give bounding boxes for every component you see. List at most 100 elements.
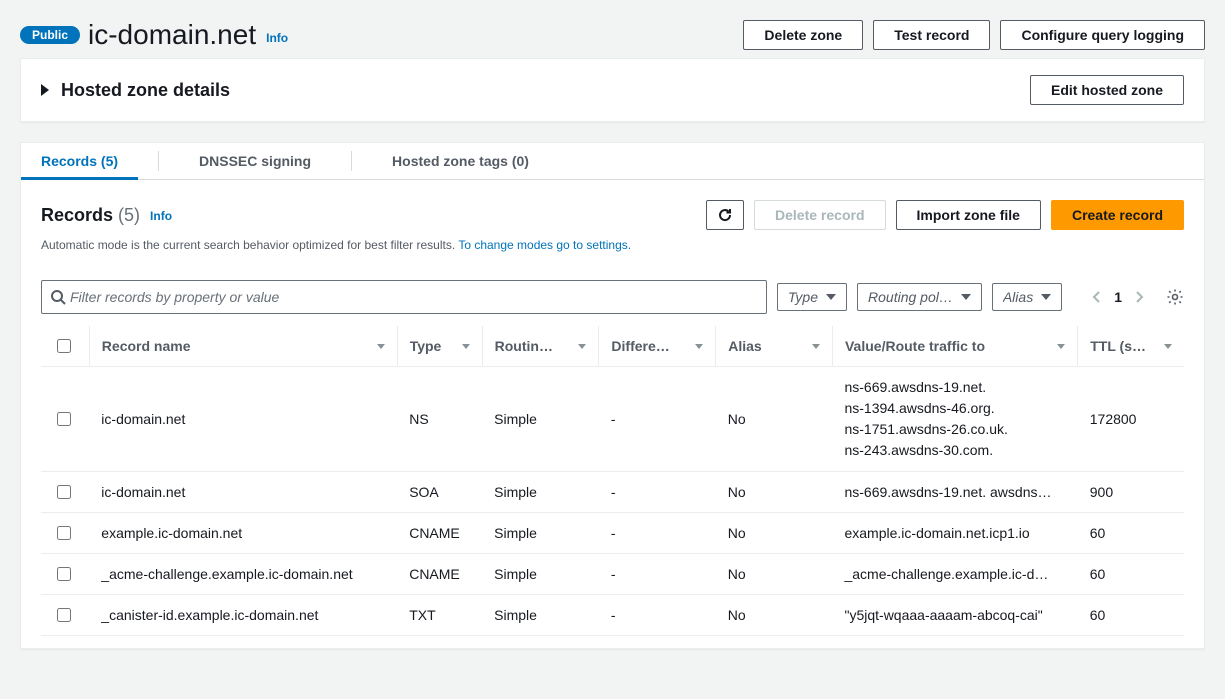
cell-ttl: 900 (1078, 472, 1184, 513)
chevron-down-icon (961, 294, 971, 300)
row-checkbox[interactable] (57, 412, 71, 426)
records-table: Record name Type Routin… Differe… Alias … (41, 326, 1184, 636)
cell-alias: No (716, 595, 833, 636)
row-checkbox[interactable] (57, 526, 71, 540)
cell-diff: - (599, 472, 716, 513)
gear-icon (1166, 288, 1184, 306)
col-header-alias[interactable]: Alias (716, 326, 833, 367)
col-header-name[interactable]: Record name (89, 326, 397, 367)
refresh-icon (717, 207, 733, 223)
search-input[interactable] (66, 285, 758, 309)
cell-value: _acme-challenge.example.ic-d… (832, 554, 1077, 595)
cell-ttl: 60 (1078, 513, 1184, 554)
tab-dnssec[interactable]: DNSSEC signing (199, 143, 311, 179)
info-link[interactable]: Info (266, 25, 288, 45)
search-box[interactable] (41, 280, 767, 314)
cell-diff: - (599, 513, 716, 554)
col-header-value[interactable]: Value/Route traffic to (832, 326, 1077, 367)
page-number: 1 (1114, 289, 1122, 305)
configure-logging-button[interactable]: Configure query logging (1000, 20, 1205, 50)
cell-name: _acme-challenge.example.ic-domain.net (89, 554, 397, 595)
sort-icon (462, 344, 470, 349)
page-title: ic-domain.net (88, 21, 256, 49)
cell-value: "y5jqt-wqaaa-aaaam-abcoq-cai" (832, 595, 1077, 636)
chevron-down-icon (1041, 294, 1051, 300)
row-checkbox[interactable] (57, 608, 71, 622)
chevron-left-icon (1092, 290, 1102, 304)
cell-diff: - (599, 554, 716, 595)
cell-routing: Simple (482, 367, 599, 472)
cell-value: ns-669.awsdns-19.net. awsdns… (832, 472, 1077, 513)
records-container: Records (5) DNSSEC signing Hosted zone t… (20, 142, 1205, 649)
cell-type: SOA (397, 472, 482, 513)
delete-record-button[interactable]: Delete record (754, 200, 885, 230)
prev-page-button[interactable] (1092, 290, 1102, 304)
cell-type: CNAME (397, 513, 482, 554)
filter-alias[interactable]: Alias (992, 283, 1062, 311)
cell-routing: Simple (482, 595, 599, 636)
cell-value: example.ic-domain.net.icp1.io (832, 513, 1077, 554)
sort-icon (377, 344, 385, 349)
records-info-link[interactable]: Info (150, 207, 172, 223)
cell-name: ic-domain.net (89, 472, 397, 513)
create-record-button[interactable]: Create record (1051, 200, 1184, 230)
cell-type: CNAME (397, 554, 482, 595)
cell-alias: No (716, 472, 833, 513)
cell-ttl: 172800 (1078, 367, 1184, 472)
records-subtext: Automatic mode is the current search beh… (41, 238, 1184, 252)
next-page-button[interactable] (1134, 290, 1144, 304)
cell-routing: Simple (482, 472, 599, 513)
tab-records[interactable]: Records (5) (41, 143, 118, 179)
visibility-badge: Public (20, 26, 80, 44)
table-row: ic-domain.netNSSimple-Nons-669.awsdns-19… (41, 367, 1184, 472)
delete-zone-button[interactable]: Delete zone (743, 20, 863, 50)
change-modes-link[interactable]: To change modes go to settings. (458, 238, 631, 252)
cell-alias: No (716, 367, 833, 472)
sort-icon (812, 344, 820, 349)
row-checkbox[interactable] (57, 485, 71, 499)
records-toolbar: Type Routing pol… Alias 1 (21, 268, 1204, 326)
col-header-differentiator[interactable]: Differe… (599, 326, 716, 367)
sort-icon (1057, 344, 1065, 349)
edit-hosted-zone-button[interactable]: Edit hosted zone (1030, 75, 1184, 105)
import-zone-file-button[interactable]: Import zone file (896, 200, 1041, 230)
records-title: Records (5) (41, 205, 140, 226)
refresh-button[interactable] (706, 200, 744, 230)
expand-caret-icon[interactable] (41, 84, 49, 96)
hosted-zone-details-panel: Hosted zone details Edit hosted zone (20, 58, 1205, 122)
table-row: example.ic-domain.netCNAMESimple-Noexamp… (41, 513, 1184, 554)
cell-ttl: 60 (1078, 554, 1184, 595)
cell-value: ns-669.awsdns-19.net.ns-1394.awsdns-46.o… (832, 367, 1077, 472)
row-checkbox[interactable] (57, 567, 71, 581)
page-header: Public ic-domain.net Info Delete zone Te… (20, 20, 1205, 58)
pagination: 1 (1092, 289, 1144, 305)
filter-routing-policy[interactable]: Routing pol… (857, 283, 982, 311)
search-icon (50, 289, 66, 305)
settings-button[interactable] (1166, 288, 1184, 306)
sort-icon (578, 344, 586, 349)
cell-routing: Simple (482, 554, 599, 595)
cell-name: ic-domain.net (89, 367, 397, 472)
chevron-right-icon (1134, 290, 1144, 304)
cell-diff: - (599, 595, 716, 636)
filter-type[interactable]: Type (777, 283, 847, 311)
cell-type: TXT (397, 595, 482, 636)
cell-name: _canister-id.example.ic-domain.net (89, 595, 397, 636)
table-row: _acme-challenge.example.ic-domain.netCNA… (41, 554, 1184, 595)
test-record-button[interactable]: Test record (873, 20, 990, 50)
col-header-type[interactable]: Type (397, 326, 482, 367)
chevron-down-icon (826, 294, 836, 300)
details-panel-title: Hosted zone details (61, 80, 230, 101)
cell-diff: - (599, 367, 716, 472)
col-header-routing[interactable]: Routin… (482, 326, 599, 367)
cell-routing: Simple (482, 513, 599, 554)
sort-icon (695, 344, 703, 349)
col-header-ttl[interactable]: TTL (s… (1078, 326, 1184, 367)
select-all-checkbox[interactable] (57, 339, 71, 353)
tab-hosted-zone-tags[interactable]: Hosted zone tags (0) (392, 143, 529, 179)
cell-name: example.ic-domain.net (89, 513, 397, 554)
table-row: ic-domain.netSOASimple-Nons-669.awsdns-1… (41, 472, 1184, 513)
table-row: _canister-id.example.ic-domain.netTXTSim… (41, 595, 1184, 636)
cell-alias: No (716, 554, 833, 595)
sort-icon (1164, 344, 1172, 349)
